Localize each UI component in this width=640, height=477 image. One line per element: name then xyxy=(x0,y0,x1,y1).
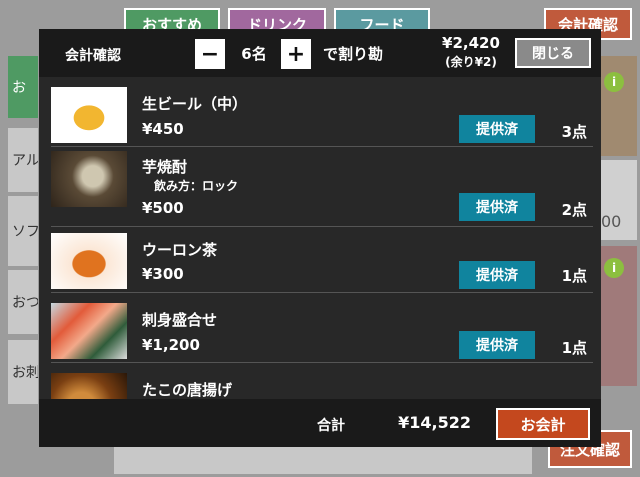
modal-title: 会計確認 xyxy=(65,48,121,64)
increase-people-button[interactable]: + xyxy=(281,39,311,69)
item-price: ¥500 xyxy=(142,199,184,217)
sashimi-image xyxy=(51,303,127,359)
item-name: 芋焼酎 xyxy=(142,158,188,176)
order-list[interactable]: 生ビール（中） ¥450 提供済 3点 芋焼酎 飲み方：ロック ¥500 提供済… xyxy=(51,77,593,399)
status-badge: 提供済 xyxy=(459,193,535,221)
sidebar-category-3[interactable]: おつ xyxy=(8,270,38,334)
info-icon[interactable]: i xyxy=(604,258,624,278)
total-amount: ¥14,522 xyxy=(398,413,471,432)
item-name: 刺身盛合せ xyxy=(142,311,218,329)
remainder-amount: (余り¥2) xyxy=(445,55,497,69)
oolong-image xyxy=(51,233,127,289)
item-price: ¥1,200 xyxy=(142,336,200,354)
modal-footer: 合計 ¥14,522 お会計 xyxy=(39,399,601,447)
shochu-image xyxy=(51,151,127,207)
sidebar-category-0[interactable]: お xyxy=(8,56,38,118)
order-item: 生ビール（中） ¥450 提供済 3点 xyxy=(51,77,593,147)
status-badge: 提供済 xyxy=(459,261,535,289)
bottom-bar xyxy=(114,444,532,474)
total-label: 合計 xyxy=(317,418,345,434)
menu-card-price: 00 xyxy=(601,160,637,240)
status-badge: 提供済 xyxy=(459,331,535,359)
checkout-modal: 会計確認 − 6名 + で割り勘 ¥2,420 (余り¥2) 閉じる 生ビール（… xyxy=(39,29,601,447)
item-name: 生ビール（中） xyxy=(142,95,248,113)
item-quantity: 3点 xyxy=(561,123,587,141)
item-price: ¥300 xyxy=(142,265,184,283)
item-quantity: 1点 xyxy=(561,339,587,357)
item-name: ウーロン茶 xyxy=(142,241,218,259)
item-option: 飲み方：ロック xyxy=(154,179,239,193)
sidebar-category-4[interactable]: お刺 xyxy=(8,340,38,404)
order-item: ウーロン茶 ¥300 提供済 1点 xyxy=(51,227,593,293)
beer-image xyxy=(51,87,127,143)
fried-octopus-image xyxy=(51,373,127,399)
people-count: 6名 xyxy=(241,45,267,63)
menu-card[interactable] xyxy=(601,56,637,156)
per-person-amount: ¥2,420 xyxy=(442,34,500,52)
decrease-people-button[interactable]: − xyxy=(195,39,225,69)
order-item: たこの唐揚げ xyxy=(51,363,593,399)
sidebar-category-2[interactable]: ソフト xyxy=(8,196,38,266)
order-item: 刺身盛合せ ¥1,200 提供済 1点 xyxy=(51,293,593,363)
pay-button[interactable]: お会計 xyxy=(496,408,590,440)
item-name: たこの唐揚げ xyxy=(142,381,233,399)
item-price: ¥450 xyxy=(142,120,184,138)
status-badge: 提供済 xyxy=(459,115,535,143)
split-label: で割り勘 xyxy=(323,45,384,63)
item-quantity: 1点 xyxy=(561,267,587,285)
sidebar-category-1[interactable]: アル xyxy=(8,128,38,192)
item-quantity: 2点 xyxy=(561,201,587,219)
info-icon[interactable]: i xyxy=(604,72,624,92)
modal-header: 会計確認 − 6名 + で割り勘 ¥2,420 (余り¥2) 閉じる xyxy=(39,29,601,77)
close-button[interactable]: 閉じる xyxy=(515,38,591,68)
order-item: 芋焼酎 飲み方：ロック ¥500 提供済 2点 xyxy=(51,147,593,227)
